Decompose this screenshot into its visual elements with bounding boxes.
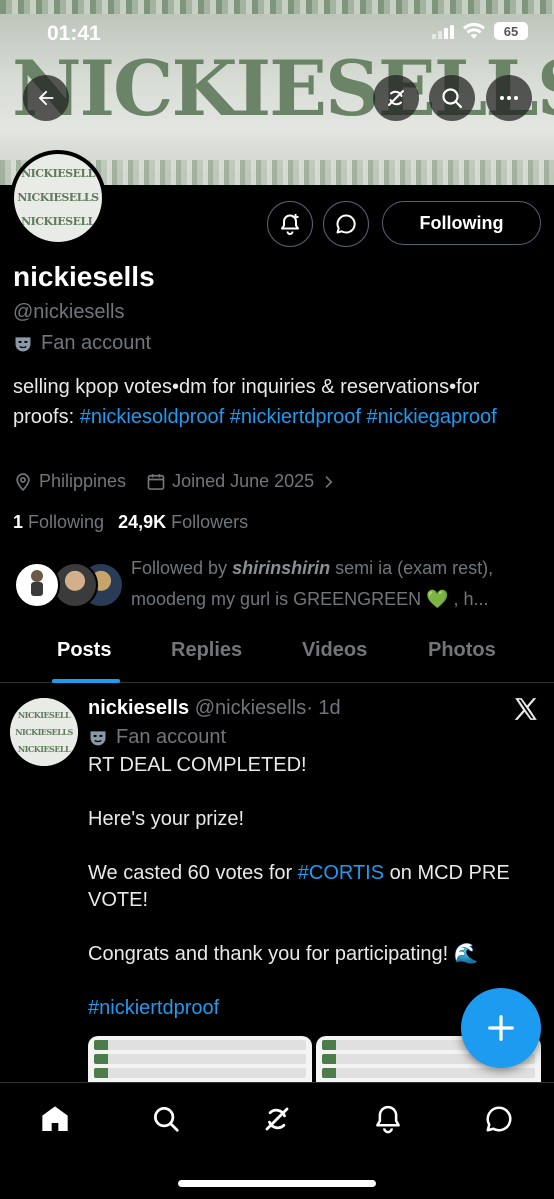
nav-messages[interactable]	[481, 1101, 517, 1137]
status-time: 01:41	[47, 22, 101, 45]
post-avatar-text-top: NICKIESELL	[17, 709, 71, 720]
back-button[interactable]	[23, 75, 69, 121]
avatar-text-top: NICKIESELL	[21, 167, 95, 180]
battery-icon: 65	[494, 22, 528, 40]
location: Philippines	[13, 471, 126, 492]
post-author-name: nickiesells	[88, 697, 190, 719]
grok-button[interactable]	[373, 75, 419, 121]
search-icon	[154, 1107, 179, 1132]
cellular-signal-icon	[432, 23, 454, 39]
theater-mask-icon	[15, 336, 31, 351]
post-line: Here's your prize!	[88, 808, 245, 830]
followers-label: Followers	[171, 512, 249, 532]
active-tab-indicator	[52, 679, 120, 683]
tab-photos[interactable]: Photos	[428, 639, 496, 662]
follow-counts: 1 Following 24,9K Followers	[13, 512, 248, 533]
profile-avatar[interactable]: NICKIESELL NICKIESELLS NICKIESELL	[10, 150, 106, 246]
post-account-label-text: Fan account	[116, 726, 227, 748]
grok-icon	[265, 1107, 289, 1131]
figure-icon	[31, 570, 43, 596]
post-text: RT DEAL COMPLETED! Here's your prize! We…	[88, 752, 538, 1022]
post-author-handle: @nickiesells	[194, 697, 307, 719]
post-avatar-image: NICKIESELL NICKIESELLS NICKIESELL	[10, 698, 78, 766]
post-avatar-text-mid: NICKIESELLS	[15, 726, 73, 737]
post-avatar-text-bottom: NICKIESELL	[17, 743, 71, 754]
follower-avatar	[14, 562, 60, 608]
post-line: We casted 60 votes for #CORTIS on MCD PR…	[88, 860, 538, 914]
location-text: Philippines	[39, 471, 127, 491]
notify-button[interactable]	[267, 201, 313, 247]
post-author-avatar[interactable]: NICKIESELL NICKIESELLS NICKIESELL	[10, 698, 78, 766]
grok-icon	[388, 90, 404, 106]
post-account-label: Fan account	[88, 726, 226, 749]
more-icon	[500, 96, 518, 100]
avatar-text-bottom: NICKIESELL	[21, 215, 95, 228]
tab-videos[interactable]: Videos	[302, 639, 367, 662]
message-bubble-icon	[486, 1106, 512, 1132]
join-date[interactable]: Joined June 2025	[146, 471, 336, 492]
x-logo-icon	[514, 698, 537, 720]
profile-bio: selling kpop votes•dm for inquiries & re…	[13, 372, 543, 432]
followed-by-prefix: Followed by	[131, 558, 233, 578]
followers-count-link[interactable]: 24,9K Followers	[118, 512, 248, 533]
post-time: · 1d	[306, 697, 341, 719]
bio-hashtag[interactable]: #nickiesoldproof	[80, 406, 225, 428]
bio-hashtag[interactable]: #nickiegaproof	[367, 406, 497, 428]
bio-hashtag[interactable]: #nickiertdproof	[230, 406, 361, 428]
profile-tabs: Posts Replies Videos Photos	[0, 632, 554, 683]
tab-posts[interactable]: Posts	[57, 639, 111, 662]
bell-plus-icon	[281, 214, 299, 235]
following-count: 1	[13, 512, 24, 532]
profile-name: nickiesells	[13, 261, 155, 292]
calendar-icon	[147, 473, 165, 490]
compose-button[interactable]	[461, 988, 541, 1068]
following-count-link[interactable]: 1 Following	[13, 512, 104, 533]
search-button[interactable]	[429, 75, 475, 121]
post-menu-button[interactable]	[513, 697, 539, 726]
post-hashtag[interactable]: #CORTIS	[298, 862, 384, 884]
post-text-segment: We casted 60 votes for	[88, 862, 298, 884]
home-indicator[interactable]	[178, 1180, 376, 1187]
home-icon	[42, 1106, 68, 1131]
banner-pattern	[0, 0, 554, 14]
nav-search[interactable]	[148, 1101, 184, 1137]
followers-count: 24,9K	[118, 512, 167, 532]
account-label-text: Fan account	[41, 332, 152, 354]
post-hashtag[interactable]: #nickiertdproof	[88, 997, 219, 1019]
followed-by-name: shirinshirin	[232, 558, 331, 578]
plus-icon	[488, 1015, 514, 1041]
message-button[interactable]	[323, 201, 369, 247]
chevron-right-icon	[325, 475, 333, 488]
followed-by-text[interactable]: Followed by shirinshirin semi ia (exam r…	[131, 553, 541, 615]
post-line: Congrats and thank you for participating…	[88, 943, 479, 965]
more-button[interactable]	[486, 75, 532, 121]
status-icons: 65	[432, 22, 528, 40]
tab-replies[interactable]: Replies	[171, 639, 242, 662]
following-button[interactable]: Following	[382, 201, 541, 245]
avatar-text-mid: NICKIESELLS	[17, 191, 99, 204]
followed-by-avatars[interactable]	[14, 562, 124, 610]
following-label: Following	[28, 512, 105, 532]
join-date-text: Joined June 2025	[172, 471, 315, 491]
theater-mask-icon	[90, 730, 106, 745]
nav-grok[interactable]	[259, 1101, 295, 1137]
wifi-icon	[463, 22, 485, 39]
nav-notifications[interactable]	[370, 1101, 406, 1137]
nav-home[interactable]	[37, 1101, 73, 1137]
account-label[interactable]: Fan account	[13, 332, 151, 355]
profile-handle: @nickiesells	[13, 301, 125, 323]
post-header[interactable]: nickiesells @nickiesells· 1d	[88, 697, 341, 720]
post-media-image[interactable]	[88, 1036, 312, 1082]
profile-meta: Philippines Joined June 2025	[13, 471, 336, 492]
search-icon	[442, 88, 463, 109]
avatar-image: NICKIESELL NICKIESELLS NICKIESELL	[14, 154, 102, 242]
location-pin-icon	[16, 472, 30, 491]
message-bubble-icon	[336, 214, 356, 234]
arrow-left-icon	[38, 90, 54, 106]
post-line: RT DEAL COMPLETED!	[88, 754, 307, 776]
bell-icon	[376, 1105, 400, 1134]
